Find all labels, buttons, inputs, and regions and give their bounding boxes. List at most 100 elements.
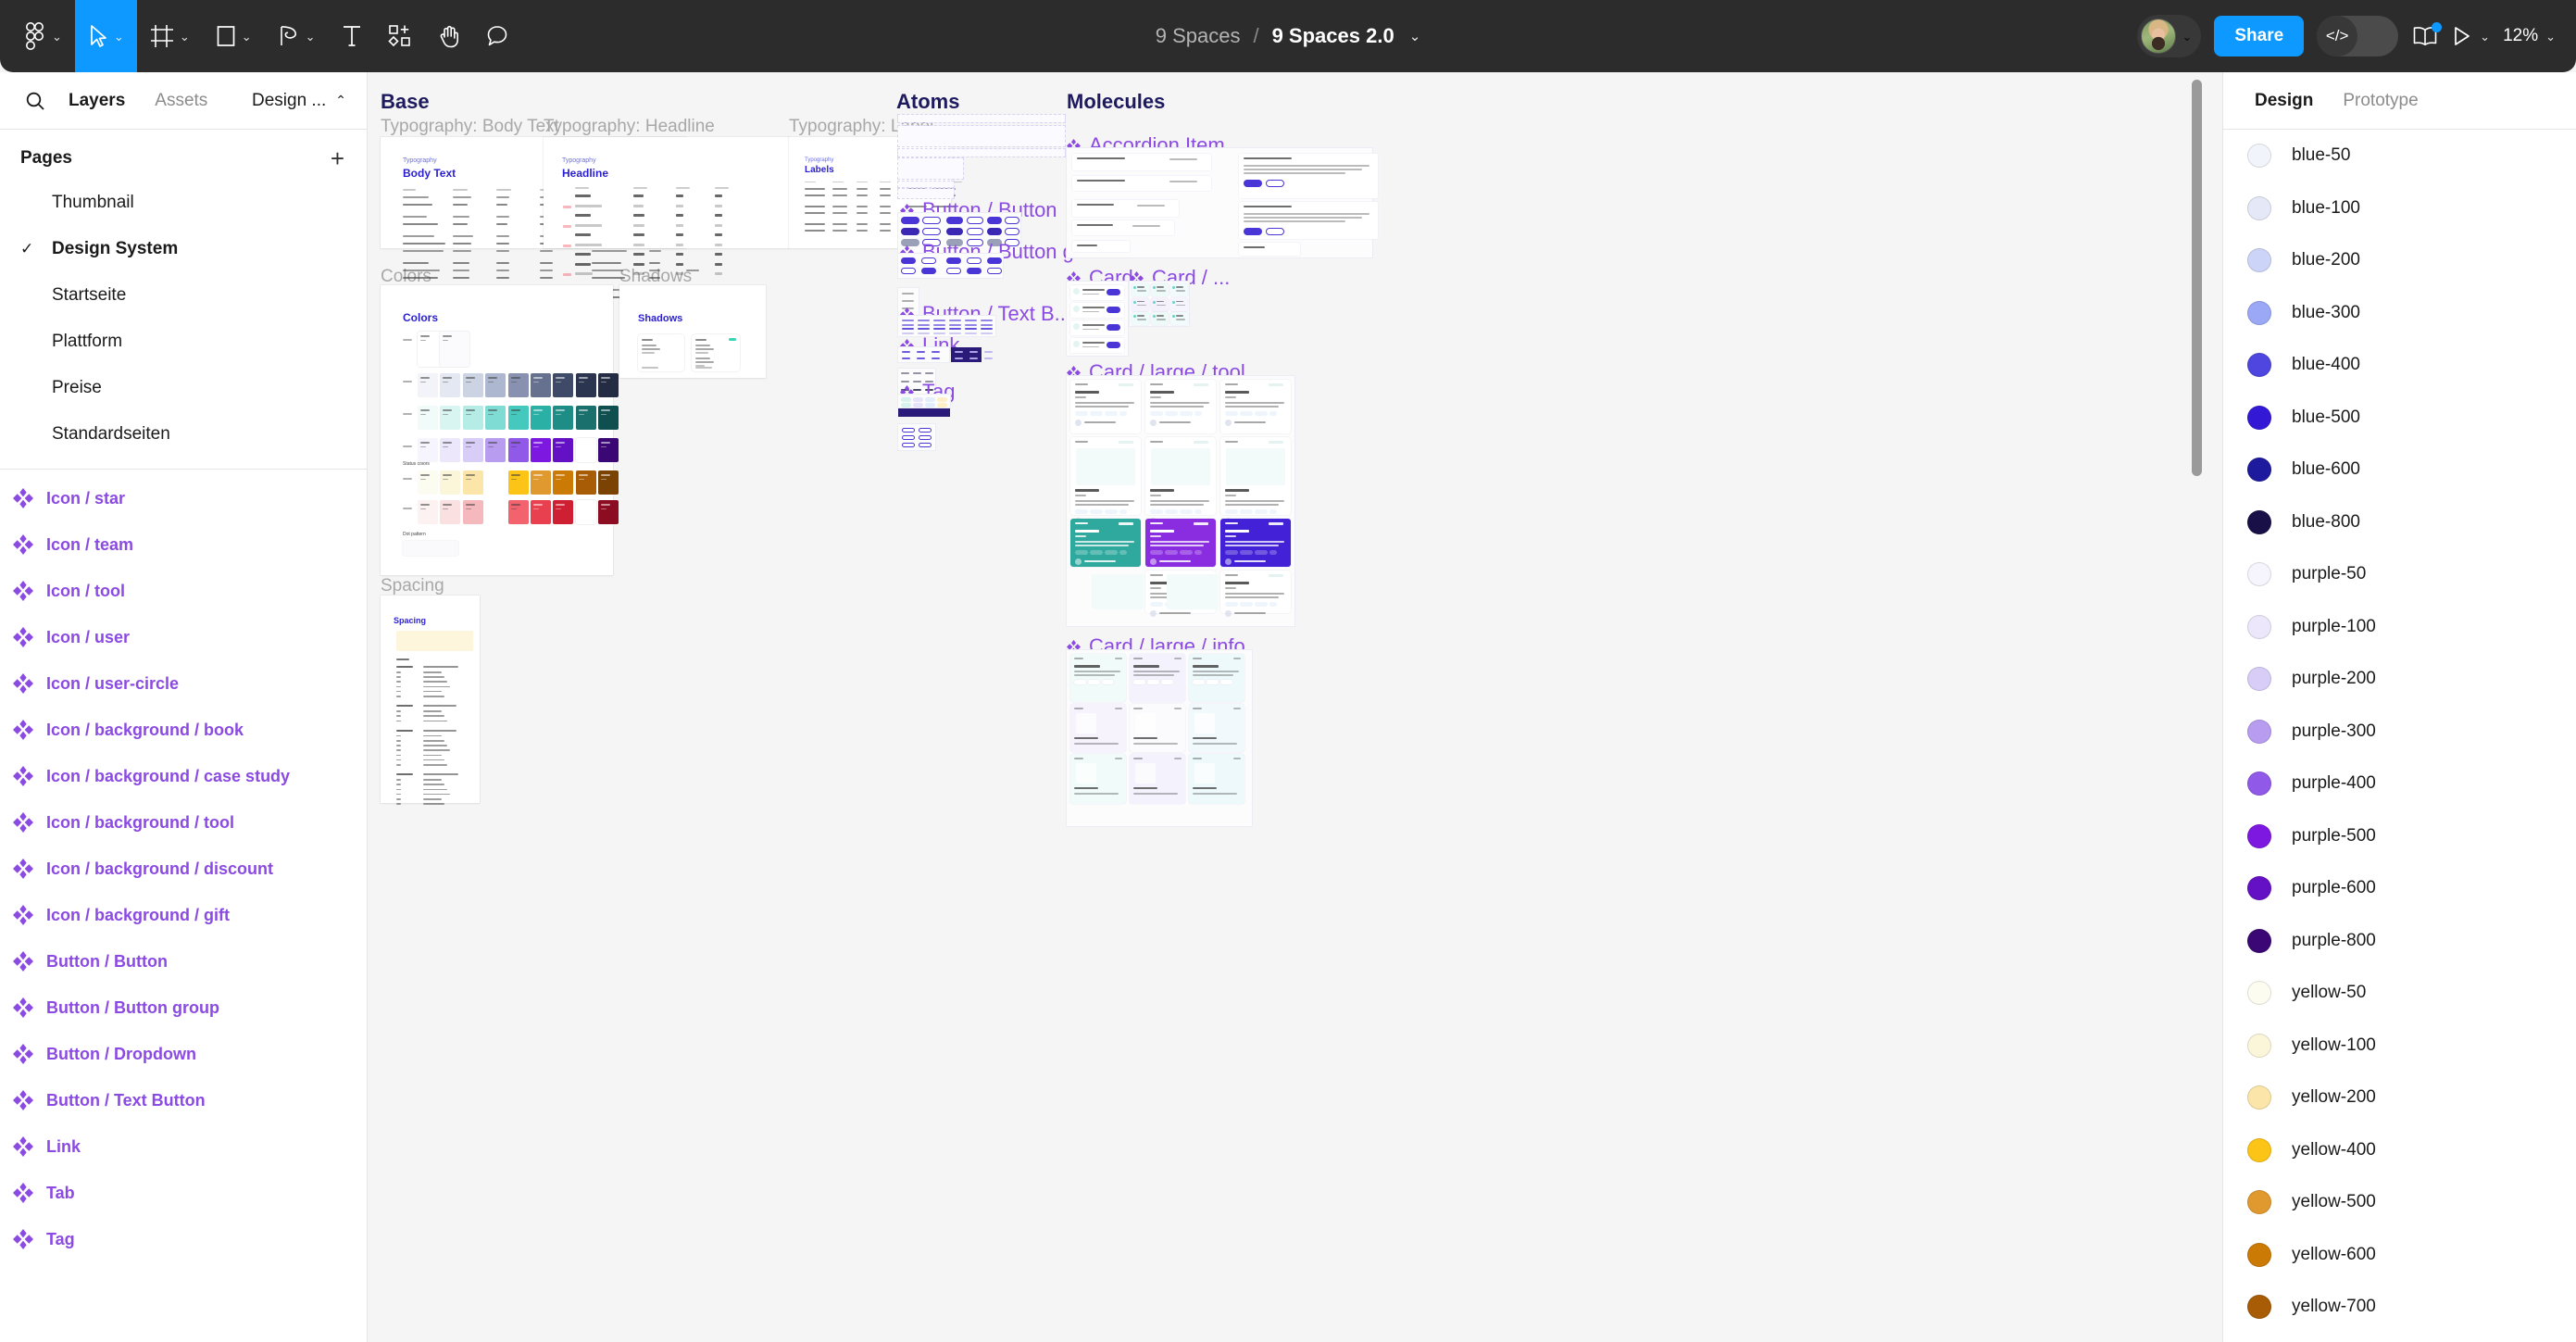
color-style-item[interactable]: blue-500 [2223, 392, 2576, 445]
layer-item[interactable]: Tag [0, 1216, 367, 1262]
component-preview-tag-dark[interactable] [898, 408, 950, 417]
page-item-design-system[interactable]: ✓ Design System [0, 226, 367, 272]
tab-design[interactable]: Design [2240, 91, 2328, 111]
color-style-item[interactable]: yellow-500 [2223, 1176, 2576, 1229]
canvas[interactable]: Base Atoms Molecules Typography: Body Te… [368, 72, 2222, 1342]
component-preview-link-dark[interactable] [951, 347, 982, 362]
layer-item[interactable]: Icon / background / case study [0, 753, 367, 799]
figma-menu-icon[interactable]: ⌄ [0, 0, 75, 72]
color-style-item[interactable]: blue-200 [2223, 234, 2576, 287]
color-style-item[interactable]: purple-300 [2223, 706, 2576, 759]
add-page-button[interactable]: + [331, 146, 344, 170]
frame-label-typography-body-text[interactable]: Typography: Body Text [381, 117, 559, 137]
layer-item[interactable]: Icon / team [0, 521, 367, 568]
atoms-icon-row-3[interactable] [898, 149, 1065, 157]
layer-item[interactable]: Icon / background / discount [0, 846, 367, 892]
color-style-item[interactable]: blue-800 [2223, 496, 2576, 549]
layer-item[interactable]: Icon / user [0, 614, 367, 660]
layer-item[interactable]: Icon / tool [0, 568, 367, 614]
frame-shadows[interactable]: Shadows [619, 285, 766, 378]
text-line [575, 233, 591, 236]
atoms-icon-row-5[interactable] [898, 182, 954, 187]
section-header-base: Base [381, 90, 430, 114]
layer-item[interactable]: Icon / star [0, 475, 367, 521]
comment-tool-icon[interactable] [473, 0, 521, 72]
layer-item[interactable]: Icon / background / tool [0, 799, 367, 846]
color-style-item[interactable]: yellow-400 [2223, 1124, 2576, 1177]
component-preview-accordion[interactable] [1067, 148, 1372, 257]
color-style-item[interactable]: purple-500 [2223, 810, 2576, 863]
atoms-icon-row-4[interactable] [898, 158, 963, 179]
frame-label-typography-headline[interactable]: Typography: Headline [544, 117, 715, 137]
color-style-item[interactable]: yellow-50 [2223, 967, 2576, 1020]
chevron-down-icon[interactable]: ⌄ [1409, 28, 1421, 44]
page-item-standardseiten[interactable]: Standardseiten [0, 411, 367, 458]
component-preview-tooltip[interactable] [898, 424, 935, 450]
color-style-item[interactable]: blue-400 [2223, 339, 2576, 392]
component-preview-card-large-tool[interactable] [1067, 376, 1294, 626]
pen-tool-icon[interactable]: ⌄ [265, 0, 329, 72]
color-style-item[interactable]: purple-100 [2223, 601, 2576, 654]
color-style-item[interactable]: yellow-100 [2223, 1020, 2576, 1072]
page-item-startseite[interactable]: Startseite [0, 272, 367, 319]
component-preview-card-small[interactable] [1067, 282, 1128, 356]
zoom-level-menu[interactable]: 12% ⌄ [2503, 26, 2556, 46]
component-preview-button-group[interactable] [898, 254, 1003, 278]
atoms-icon-row-2[interactable] [898, 126, 1065, 146]
frame-label-spacing[interactable]: Spacing [381, 576, 444, 596]
layer-item[interactable]: Icon / background / book [0, 707, 367, 753]
page-item-preise[interactable]: Preise [0, 365, 367, 411]
dev-mode-toggle[interactable]: </> [2317, 16, 2398, 56]
color-style-item[interactable]: blue-600 [2223, 444, 2576, 496]
color-style-item[interactable]: blue-300 [2223, 287, 2576, 340]
text-line [396, 721, 401, 722]
tab-assets[interactable]: Assets [140, 91, 222, 111]
user-avatar-menu[interactable]: ⌄ [2137, 15, 2201, 57]
component-preview-tag-light[interactable] [898, 395, 950, 408]
atoms-icon-row-1[interactable] [898, 115, 1065, 122]
search-icon[interactable] [17, 91, 54, 111]
color-style-item[interactable]: yellow-600 [2223, 1229, 2576, 1282]
color-style-item[interactable]: yellow-200 [2223, 1072, 2576, 1124]
hand-tool-icon[interactable] [425, 0, 473, 72]
breadcrumb-team[interactable]: 9 Spaces [1156, 24, 1241, 48]
component-preview-link-light[interactable] [898, 347, 949, 362]
layer-item[interactable]: Button / Button group [0, 985, 367, 1031]
color-style-item[interactable]: blue-50 [2223, 130, 2576, 182]
layer-item[interactable]: Icon / background / gift [0, 892, 367, 938]
color-style-item[interactable]: purple-600 [2223, 862, 2576, 915]
resources-tool-icon[interactable] [375, 0, 425, 72]
layer-item[interactable]: Button / Text Button [0, 1077, 367, 1123]
shape-tool-icon[interactable]: ⌄ [203, 0, 265, 72]
tab-layers[interactable]: Layers [54, 91, 140, 111]
canvas-vertical-scrollbar[interactable] [2192, 80, 2202, 476]
frame-tool-icon[interactable]: ⌄ [137, 0, 203, 72]
text-tool-icon[interactable] [329, 0, 375, 72]
layer-item[interactable]: Button / Button [0, 938, 367, 985]
atoms-icon-row-6[interactable] [898, 189, 954, 198]
page-item-thumbnail[interactable]: Thumbnail [0, 180, 367, 226]
share-button[interactable]: Share [2214, 16, 2304, 56]
library-book-icon[interactable] [2411, 24, 2439, 48]
component-preview-card-variant[interactable] [1130, 282, 1189, 326]
page-item-plattform[interactable]: Plattform [0, 319, 367, 365]
color-style-item[interactable]: yellow-700 [2223, 1281, 2576, 1334]
frame-spacing[interactable]: Spacing [381, 596, 480, 803]
color-style-item[interactable]: purple-50 [2223, 548, 2576, 601]
frame-colors[interactable]: Colors Status colors Dot pattern [381, 285, 613, 575]
color-style-item[interactable]: purple-200 [2223, 653, 2576, 706]
breadcrumb-file-name[interactable]: 9 Spaces 2.0 [1272, 24, 1394, 48]
layer-item[interactable]: Button / Dropdown [0, 1031, 367, 1077]
present-button[interactable]: ⌄ [2452, 25, 2490, 47]
layer-item[interactable]: Icon / user-circle [0, 660, 367, 707]
color-style-item[interactable]: blue-100 [2223, 182, 2576, 235]
frame-typography-headline[interactable]: Typography Headline [544, 137, 789, 248]
library-selector[interactable]: Design ... ⌃ [252, 91, 350, 111]
color-style-item[interactable]: purple-400 [2223, 758, 2576, 810]
color-style-item[interactable]: purple-800 [2223, 915, 2576, 968]
component-preview-card-large-info[interactable] [1067, 650, 1252, 826]
layer-item[interactable]: Link [0, 1123, 367, 1170]
layer-item[interactable]: Tab [0, 1170, 367, 1216]
tab-prototype[interactable]: Prototype [2328, 91, 2432, 111]
move-tool-icon[interactable]: ⌄ [75, 0, 137, 72]
